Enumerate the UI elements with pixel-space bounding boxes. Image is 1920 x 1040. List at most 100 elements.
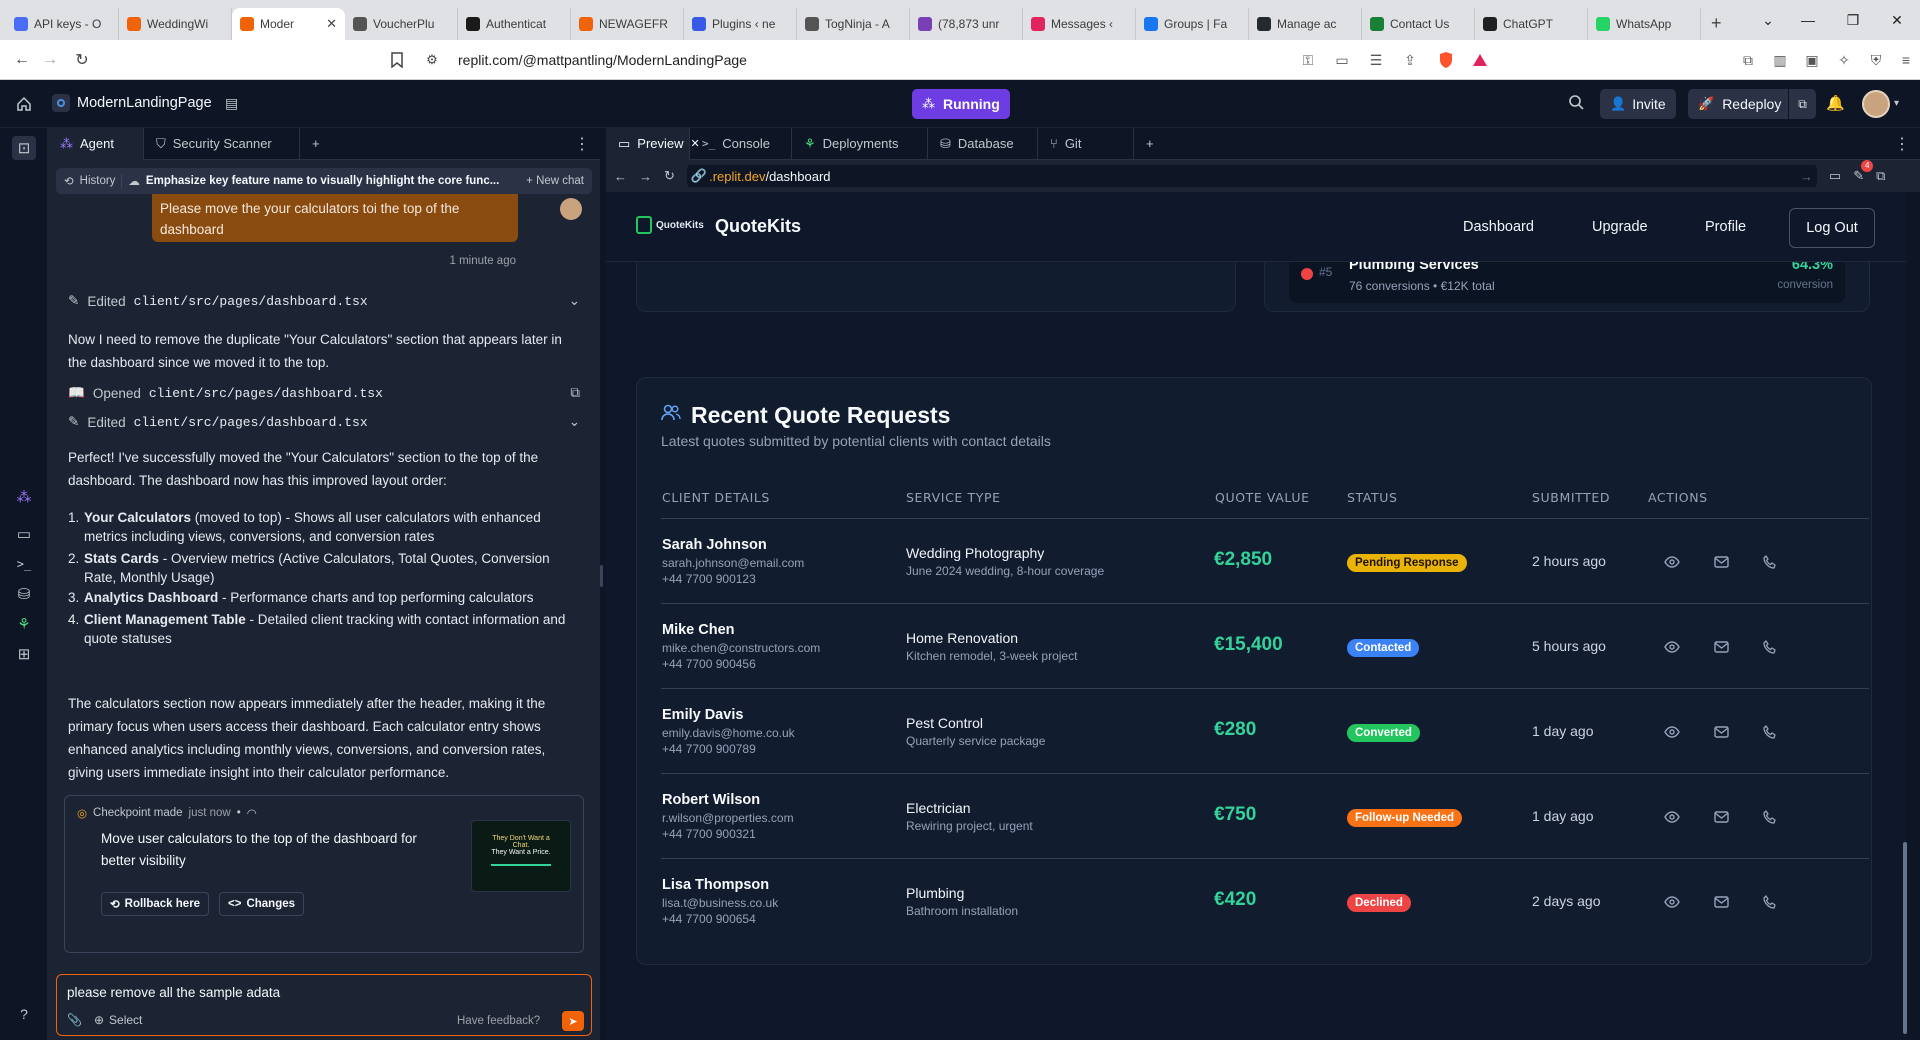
client-email[interactable]: r.wilson@properties.com [662, 810, 794, 826]
site-info-icon[interactable]: ⚙ [420, 48, 444, 72]
browser-tab[interactable]: Plugins ‹ ne [684, 8, 797, 40]
share-icon[interactable]: ⇪ [1400, 50, 1420, 70]
webview-url-field[interactable]: 🔗 .replit.dev /dashboard → [686, 165, 1817, 187]
brave-rewards-icon[interactable] [1470, 50, 1490, 70]
email-icon[interactable] [1712, 893, 1730, 911]
agent-icon[interactable]: ⁂ [12, 485, 36, 509]
agent-input-box[interactable]: please remove all the sample adata 📎 ⊕ S… [56, 974, 592, 1036]
file-op-opened[interactable]: 📖 Opened client/src/pages/dashboard.tsx … [68, 382, 580, 404]
vpn-shield-icon[interactable]: ⛨ [1866, 50, 1886, 70]
run-status-button[interactable]: ⁂ Running [912, 89, 1010, 119]
avatar-chevron-icon[interactable]: ▾ [1894, 98, 1899, 109]
home-icon[interactable] [14, 94, 34, 114]
all-tools-icon[interactable]: ⊞ [12, 642, 36, 666]
client-email[interactable]: sarah.johnson@email.com [662, 555, 804, 571]
database-icon[interactable]: ⛁ [12, 582, 36, 606]
browser-tab[interactable]: Contact Us [1362, 8, 1475, 40]
phone-icon[interactable] [1761, 893, 1779, 911]
email-icon[interactable] [1712, 638, 1730, 656]
back-icon[interactable]: ← [614, 169, 627, 184]
password-key-icon[interactable]: ⚿ [1298, 50, 1318, 70]
devices-icon[interactable]: ▭ [1829, 168, 1841, 184]
new-chat-button[interactable]: + New chat [526, 175, 584, 187]
view-eye-icon[interactable] [1663, 808, 1681, 826]
browser-tab[interactable]: API keys - O [6, 8, 119, 40]
send-icon[interactable]: ➤ [562, 1011, 584, 1031]
help-icon[interactable]: ? [12, 1002, 36, 1026]
table-row[interactable]: Robert Wilson r.wilson@properties.com +44 … [661, 773, 1869, 858]
forward-icon[interactable]: → [38, 48, 62, 72]
minimize-button[interactable]: — [1785, 0, 1831, 40]
wallet-icon[interactable]: ▣ [1802, 50, 1822, 70]
bookmark-icon[interactable] [385, 48, 409, 72]
panel-resize-handle[interactable] [600, 565, 603, 587]
address-bar-url[interactable]: replit.com/@mattpantling/ModernLandingPa… [458, 46, 1558, 74]
agent-input[interactable]: please remove all the sample adata [67, 985, 280, 1000]
client-email[interactable]: mike.chen@constructors.com [662, 640, 820, 656]
feedback-link[interactable]: Have feedback? [457, 1015, 540, 1027]
nav-dashboard[interactable]: Dashboard [1463, 219, 1534, 235]
email-icon[interactable] [1712, 723, 1730, 741]
client-phone[interactable]: +44 7700 900321 [662, 826, 794, 842]
rollback-button[interactable]: ⟲ Rollback here [101, 892, 210, 916]
browser-tab[interactable]: Moder ✕ [232, 8, 345, 40]
tab-deployments[interactable]: ⚘ Deployments [792, 127, 928, 160]
select-element-button[interactable]: ⊕ Select [94, 1013, 142, 1027]
file-op-edited-1[interactable]: ✎ Edited client/src/pages/dashboard.tsx … [68, 290, 580, 312]
search-icon[interactable] [1568, 94, 1584, 115]
menu-icon[interactable]: ≡ [1896, 50, 1916, 70]
file-tree-icon[interactable]: ⊡ [12, 136, 36, 160]
panel-menu-icon[interactable]: ⋮ [574, 134, 600, 154]
browser-tab[interactable]: Authenticat [458, 8, 571, 40]
reload-icon[interactable]: ↻ [70, 48, 94, 72]
add-tab-button[interactable]: + [1134, 128, 1166, 160]
new-tab-button[interactable]: + [1711, 13, 1722, 34]
client-phone[interactable]: +44 7700 900456 [662, 656, 820, 672]
attach-icon[interactable]: 📎 [67, 1013, 82, 1027]
scrollbar-thumb[interactable] [1903, 842, 1907, 1034]
view-eye-icon[interactable] [1663, 553, 1681, 571]
file-op-edited-2[interactable]: ✎ Edited client/src/pages/dashboard.tsx … [68, 411, 580, 433]
open-new-tab-icon[interactable]: ⧉ [1876, 168, 1885, 184]
phone-icon[interactable] [1761, 638, 1779, 656]
deployments-icon[interactable]: ⚘ [12, 612, 36, 636]
reader-mode-icon[interactable]: ☰ [1366, 50, 1386, 70]
restore-button[interactable]: ❐ [1830, 0, 1876, 40]
brave-shield-icon[interactable] [1436, 50, 1456, 70]
view-eye-icon[interactable] [1663, 723, 1681, 741]
browser-tab[interactable]: VoucherPlu [345, 8, 458, 40]
browser-tab[interactable]: ChatGPT [1475, 8, 1588, 40]
phone-icon[interactable] [1761, 808, 1779, 826]
email-icon[interactable] [1712, 808, 1730, 826]
tab-git[interactable]: ⑂ Git [1038, 127, 1134, 160]
extensions-icon[interactable]: ⧉ [1738, 50, 1758, 70]
logout-button[interactable]: Log Out [1789, 208, 1875, 248]
tab-preview[interactable]: ▭ Preview ✕ [606, 127, 700, 160]
client-phone[interactable]: +44 7700 900654 [662, 911, 778, 927]
open-external-icon[interactable]: ⧉ [570, 385, 580, 401]
forward-icon[interactable]: → [639, 169, 652, 184]
history-button[interactable]: History [80, 175, 116, 187]
client-phone[interactable]: +44 7700 900789 [662, 741, 795, 757]
table-row[interactable]: Sarah Johnson sarah.johnson@email.com +44 … [661, 518, 1869, 603]
close-window-button[interactable]: ✕ [1874, 0, 1920, 40]
browser-tab[interactable]: WeddingWi [119, 8, 232, 40]
back-icon[interactable]: ← [10, 48, 34, 72]
client-email[interactable]: emily.davis@home.co.uk [662, 725, 795, 741]
table-row[interactable]: Mike Chen mike.chen@constructors.com +44 7… [661, 603, 1869, 688]
checkpoint-thumbnail[interactable]: They Don't Want a Chat. They Want a Pric… [471, 820, 571, 892]
chevron-down-icon[interactable]: ⌄ [569, 414, 580, 430]
brand-name[interactable]: QuoteKits [715, 216, 801, 237]
email-icon[interactable] [1712, 553, 1730, 571]
devtools-icon[interactable]: ✎ 4 [1853, 160, 1874, 184]
tab-database[interactable]: ⛁ Database [928, 127, 1038, 160]
nav-upgrade[interactable]: Upgrade [1592, 219, 1648, 235]
browser-tab[interactable]: TogNinja - A [797, 8, 910, 40]
site-logo[interactable]: QuoteKits [636, 216, 704, 234]
browser-tab[interactable]: Messages ‹ [1023, 8, 1136, 40]
project-name[interactable]: ModernLandingPage [77, 95, 212, 111]
project-info-icon[interactable]: ▤ [225, 95, 238, 112]
browser-tab[interactable]: Groups | Fa [1136, 8, 1249, 40]
open-deployment-icon[interactable]: ⧉ [1788, 89, 1816, 119]
phone-icon[interactable] [1761, 553, 1779, 571]
